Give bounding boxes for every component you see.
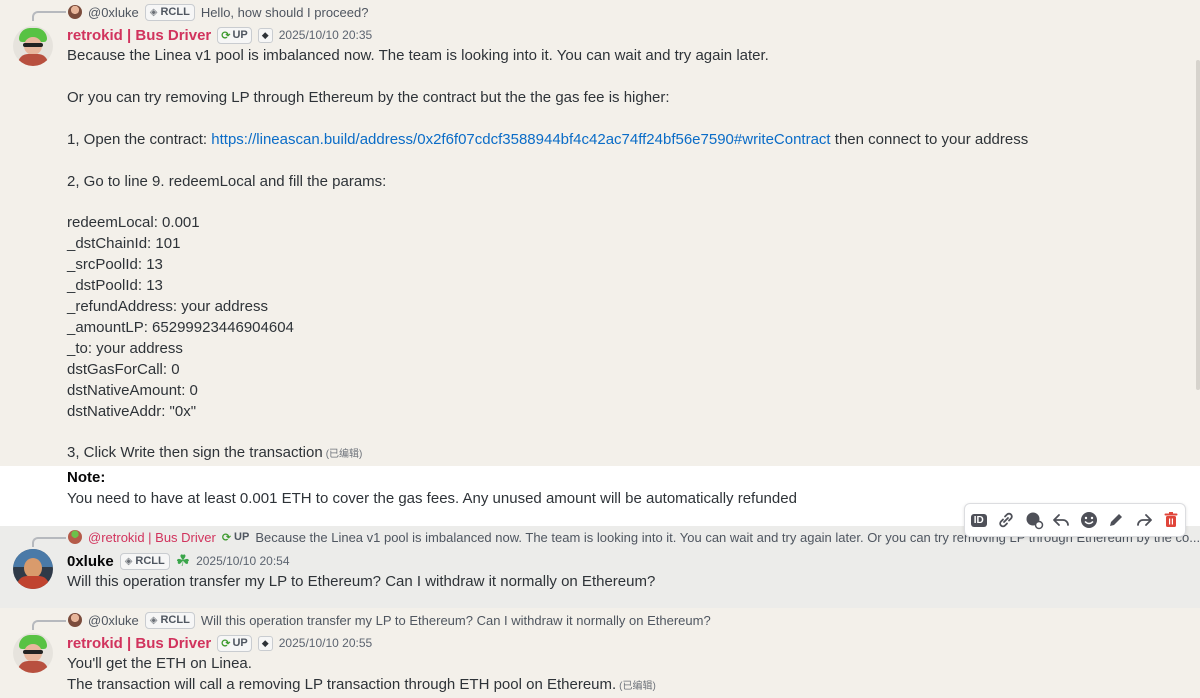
param-line: _srcPoolId: 13	[67, 256, 163, 273]
edit-icon[interactable]	[1104, 508, 1128, 532]
contract-link[interactable]: https://lineascan.build/address/0x2f6f07…	[211, 131, 830, 148]
copy-id-icon[interactable]: ID	[967, 508, 991, 532]
avatar[interactable]	[13, 26, 53, 66]
param-line: _dstPoolId: 13	[67, 277, 163, 294]
param-line: dstNativeAddr: "0x"	[67, 403, 197, 420]
note-title: Note:	[67, 469, 106, 486]
reply-icon[interactable]	[1049, 508, 1073, 532]
param-line: _to: your address	[67, 340, 183, 357]
emoji-icon[interactable]	[1077, 508, 1101, 532]
reply-role-tag: ⟳ UP	[221, 531, 250, 544]
up-icon: ⟳	[221, 637, 231, 650]
message-toolbar: ID	[964, 503, 1186, 537]
reply-avatar	[68, 613, 82, 627]
param-line: dstNativeAmount: 0	[67, 382, 198, 399]
message-line: 2, Go to line 9. redeemLocal and fill th…	[67, 173, 387, 190]
reply-username[interactable]: @0xluke	[88, 613, 139, 628]
up-icon: ⟳	[221, 531, 232, 544]
clan-tag-icon: ◈	[124, 555, 133, 567]
delete-icon[interactable]	[1159, 508, 1183, 532]
message-line: Or you can try removing LP through Ether…	[67, 89, 670, 106]
reply-connector	[32, 620, 66, 630]
link-icon[interactable]	[994, 508, 1018, 532]
diamond-badge-icon[interactable]: ◆	[257, 635, 273, 651]
param-line: dstGasForCall: 0	[67, 361, 180, 378]
param-line: redeemLocal: 0.001	[67, 214, 200, 231]
edited-label: (已编辑)	[619, 681, 656, 692]
author-name[interactable]: 0xluke	[67, 553, 114, 570]
param-line: _amountLP: 65299923446904604	[67, 319, 294, 336]
param-line: _refundAddress: your address	[67, 298, 268, 315]
message-header: retrokid | Bus Driver ⟳ UP ◆ 2025/10/10 2…	[67, 633, 372, 653]
reply-username[interactable]: @retrokid | Bus Driver	[88, 530, 216, 545]
reply-connector	[32, 537, 66, 547]
reply-preview[interactable]: @0xluke ◈ RCLL Will this operation transf…	[68, 611, 711, 629]
thread-icon[interactable]	[1022, 508, 1046, 532]
avatar[interactable]	[13, 549, 53, 589]
timestamp[interactable]: 2025/10/10 20:54	[196, 554, 289, 568]
reply-text: Hello, how should I proceed?	[200, 4, 369, 20]
clover-icon[interactable]: ☘	[176, 551, 190, 571]
timestamp[interactable]: 2025/10/10 20:35	[279, 28, 372, 42]
diamond-badge-icon[interactable]: ◆	[257, 27, 273, 43]
message-line: Will this operation transfer my LP to Et…	[67, 573, 656, 590]
message-line: You'll get the ETH on Linea.	[67, 655, 252, 672]
reply-username[interactable]: @0xluke	[88, 5, 139, 20]
clan-tag[interactable]: ◈ RCLL	[119, 552, 170, 570]
role-tag[interactable]: ⟳ UP	[217, 26, 252, 44]
reply-clan-tag: ◈ RCLL	[144, 3, 195, 21]
note-text: You need to have at least 0.001 ETH to c…	[67, 490, 797, 507]
message-line: The transaction will call a removing LP …	[67, 676, 656, 693]
forward-icon[interactable]	[1132, 508, 1156, 532]
message-line: 1, Open the contract: https://lineascan.…	[67, 131, 1029, 148]
message-header: retrokid | Bus Driver ⟳ UP ◆ 2025/10/10 2…	[67, 25, 372, 45]
author-name[interactable]: retrokid | Bus Driver	[67, 635, 211, 652]
message-line: 3, Click Write then sign the transaction…	[67, 444, 363, 461]
param-line: _dstChainId: 101	[67, 235, 181, 252]
message-header: 0xluke ◈ RCLL ☘ 2025/10/10 20:54	[67, 551, 290, 571]
role-tag[interactable]: ⟳ UP	[217, 634, 252, 652]
reply-connector	[32, 11, 66, 21]
clan-tag-icon: ◈	[149, 6, 158, 18]
edited-label: (已编辑)	[325, 449, 363, 460]
reply-avatar	[68, 530, 82, 544]
up-icon: ⟳	[221, 29, 231, 42]
reply-clan-tag: ◈ RCLL	[144, 611, 195, 629]
reply-text: Will this operation transfer my LP to Et…	[200, 612, 711, 628]
message-line: Because the Linea v1 pool is imbalanced …	[67, 47, 769, 64]
timestamp[interactable]: 2025/10/10 20:55	[279, 636, 372, 650]
scrollbar[interactable]	[1196, 60, 1200, 390]
reply-preview[interactable]: @0xluke ◈ RCLL Hello, how should I procee…	[68, 3, 368, 21]
avatar[interactable]	[13, 633, 53, 673]
reply-avatar	[68, 5, 82, 19]
author-name[interactable]: retrokid | Bus Driver	[67, 27, 211, 44]
clan-tag-icon: ◈	[149, 614, 158, 626]
